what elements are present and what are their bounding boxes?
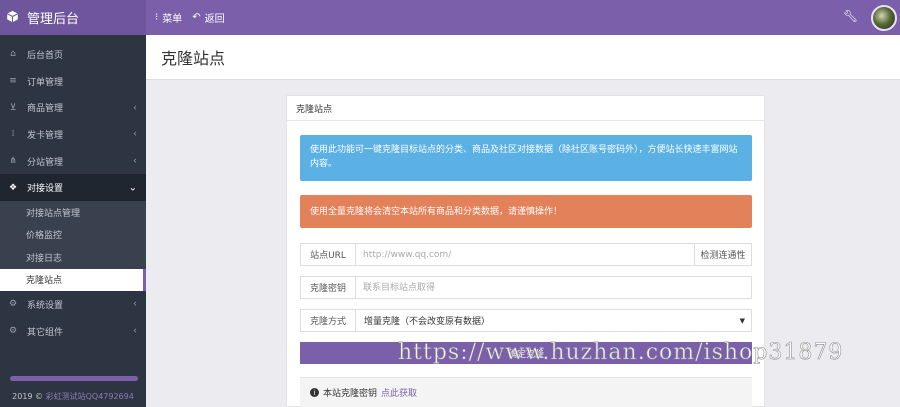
sidebar-item-docking[interactable]: ❖ 对接设置 ⌄	[0, 174, 146, 202]
avatar[interactable]	[871, 5, 897, 31]
cube-icon	[6, 10, 19, 26]
panel-title: 克隆站点	[287, 96, 764, 121]
clone-key-notice: i 本站克隆密钥 点此获取	[300, 377, 752, 407]
info-circle-icon: i	[310, 388, 319, 397]
grid-icon: ⁞	[11, 129, 15, 140]
sidebar-item-label: 分站管理	[27, 157, 64, 168]
gear-icon: ⚙	[8, 299, 18, 310]
cart-icon: ⊻	[9, 102, 17, 113]
page-header: 克隆站点	[146, 35, 900, 80]
clone-key-label: 克隆密钥	[301, 277, 356, 298]
clone-mode-value: 增量克隆（不会改变原有数据）	[364, 317, 491, 327]
caret-down-icon: ▼	[739, 316, 745, 325]
sidebar-item-orders[interactable]: ≡ 订单管理	[0, 68, 146, 95]
clone-mode-group: 克隆方式 增量克隆（不会改变原有数据） ▼	[300, 309, 752, 332]
list-icon: ≡	[9, 76, 17, 87]
undo-icon: ↶	[192, 12, 201, 23]
menu-toggle-label: 菜单	[162, 14, 183, 25]
sidebar-item-label: 其它组件	[27, 327, 64, 338]
sidebar-item-label: 发卡管理	[27, 130, 64, 141]
chevron-left-icon: ‹	[133, 325, 137, 337]
sitemap-icon: ⋔	[9, 156, 17, 167]
cubes-icon: ❖	[8, 182, 18, 193]
sidebar-subitem-clone-site[interactable]: 克隆站点	[0, 268, 146, 292]
back-button[interactable]: ↶ 返回	[192, 10, 224, 25]
sidebar-item-label: 对接设置	[27, 184, 64, 195]
site-url-group: 站点URL 检测连通性	[300, 243, 752, 266]
sidebar-item-label: 系统设置	[27, 300, 64, 311]
sidebar-subitem-price-monitor[interactable]: 价格监控	[0, 224, 146, 247]
chevron-down-icon: ⌄	[128, 182, 137, 194]
sidebar-subitem-docking-sites[interactable]: 对接站点管理	[0, 201, 146, 224]
notice-text: 本站克隆密钥	[323, 389, 378, 399]
chevron-left-icon: ‹	[133, 102, 137, 114]
back-label: 返回	[204, 14, 225, 25]
brand[interactable]: 管理后台	[0, 0, 146, 35]
info-alert: 使用此功能可一键克隆目标站点的分类、商品及社区对接数据（除社区账号密码外），方便…	[300, 135, 752, 181]
chevron-left-icon: ‹	[133, 155, 137, 167]
clone-key-input[interactable]	[356, 277, 751, 298]
home-icon: ⌂	[10, 49, 16, 60]
dots-vertical-icon: ⁝	[155, 12, 159, 23]
sidebar-item-system-settings[interactable]: ⚙ 系统设置 ‹	[0, 291, 146, 318]
get-key-link[interactable]: 点此获取	[381, 386, 417, 399]
menu-toggle-button[interactable]: ⁝ 菜单	[155, 10, 182, 25]
footer-text[interactable]: 彩虹测试站QQ4792694	[46, 392, 134, 401]
watermark-text: https://www.huzhan.com/ishop31879	[398, 340, 844, 366]
app-title: 管理后台	[27, 12, 80, 27]
gears-icon: ⚙	[8, 326, 18, 337]
sidebar-item-label: 商品管理	[27, 104, 64, 115]
top-bar: 管理后台 ⁝ 菜单 ↶ 返回 🔧︎	[0, 0, 900, 35]
chevron-left-icon: ‹	[133, 128, 137, 140]
clone-mode-label: 克隆方式	[301, 310, 356, 331]
wrench-icon[interactable]: 🔧︎	[843, 9, 858, 23]
sidebar-footer: 2019 © 彩虹测试站QQ4792694	[0, 391, 146, 402]
sidebar-item-home[interactable]: ⌂ 后台首页	[0, 41, 146, 68]
clone-key-group: 克隆密钥	[300, 276, 752, 299]
sidebar: ⌂ 后台首页 ≡ 订单管理 ⊻ 商品管理 ‹ ⁞ 发卡管理 ‹ ⋔ 分站管理 ‹…	[0, 35, 146, 407]
sidebar-item-label: 后台首页	[27, 50, 64, 61]
footer-year: 2019 ©	[12, 392, 44, 401]
page-title: 克隆站点	[161, 49, 226, 68]
top-nav: ⁝ 菜单 ↶ 返回	[155, 0, 225, 35]
sidebar-subitem-docking-log[interactable]: 对接日志	[0, 246, 146, 269]
sidebar-item-cards[interactable]: ⁞ 发卡管理 ‹	[0, 121, 146, 148]
sidebar-scrollbar[interactable]	[10, 376, 138, 381]
sidebar-item-substations[interactable]: ⋔ 分站管理 ‹	[0, 148, 146, 175]
chevron-left-icon: ‹	[133, 298, 137, 310]
sidebar-item-products[interactable]: ⊻ 商品管理 ‹	[0, 94, 146, 121]
sidebar-item-other-components[interactable]: ⚙ 其它组件 ‹	[0, 318, 146, 345]
check-connectivity-button[interactable]: 检测连通性	[694, 244, 751, 265]
clone-mode-select[interactable]: 增量克隆（不会改变原有数据） ▼	[356, 310, 751, 331]
sidebar-item-label: 订单管理	[27, 77, 64, 88]
sidebar-submenu: 对接站点管理 价格监控 对接日志 克隆站点	[0, 201, 146, 292]
site-url-input[interactable]	[356, 244, 694, 265]
site-url-label: 站点URL	[301, 244, 356, 265]
warning-alert: 使用全量克隆将会清空本站所有商品和分类数据，请谨慎操作！	[300, 195, 752, 228]
